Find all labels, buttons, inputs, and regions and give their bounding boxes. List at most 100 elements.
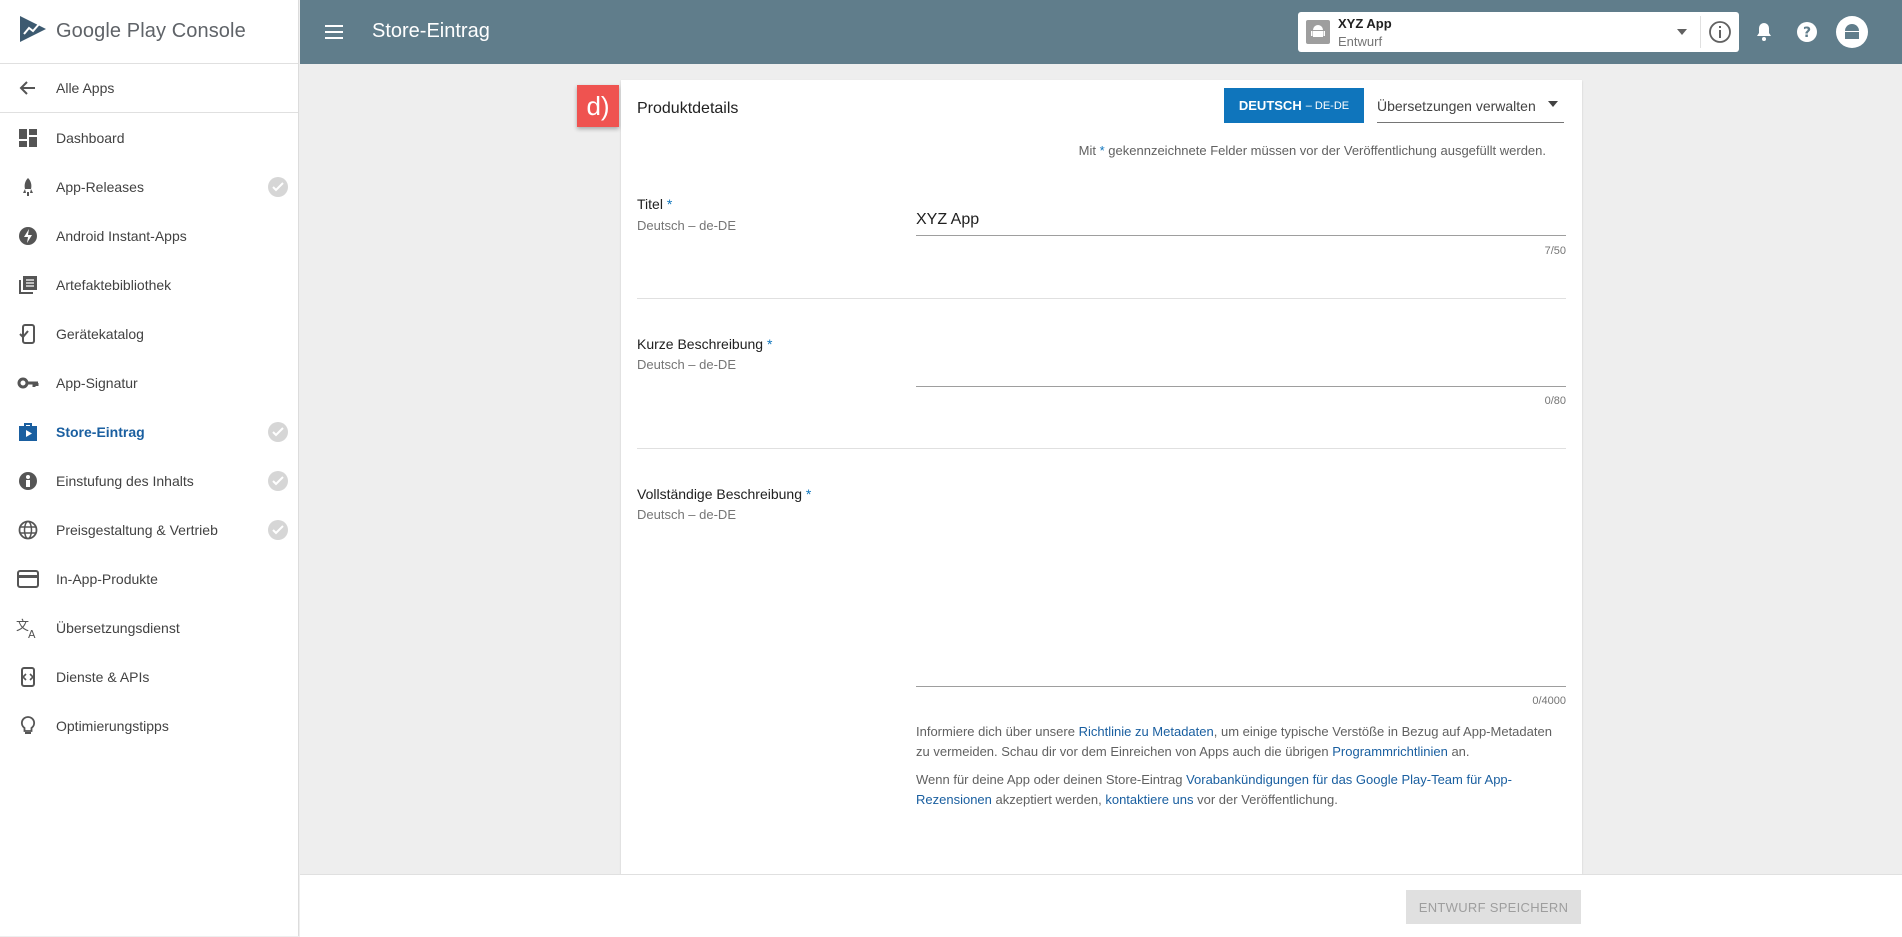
api-icon [14, 663, 42, 691]
short-label-text: Kurze Beschreibung [637, 336, 764, 352]
check-circle-icon [268, 176, 288, 197]
sidebar-item-artifact-library[interactable]: Artefaktebibliothek [0, 260, 298, 309]
contact-us-link[interactable]: kontaktiere uns [1105, 792, 1193, 807]
card-icon [14, 565, 42, 593]
required-star: * [666, 196, 673, 212]
sidebar-item-label: Übersetzungsdienst [56, 619, 180, 636]
full-description-label: Vollständige Beschreibung * [637, 486, 811, 502]
sidebar-item-pricing-distribution[interactable]: Preisgestaltung & Vertrieb [0, 505, 298, 554]
manage-translations-dropdown[interactable]: Übersetzungen verwalten [1377, 88, 1564, 123]
language-button[interactable]: DEUTSCH – DE-DE [1224, 88, 1364, 123]
dashboard-icon [14, 124, 42, 152]
sidebar-item-in-app-products[interactable]: In-App-Produkte [0, 554, 298, 603]
globe-icon [14, 516, 42, 544]
logo-bar[interactable]: Google Play Console [0, 0, 298, 64]
bulb-icon [14, 712, 42, 740]
language-sub: – DE-DE [1305, 99, 1350, 112]
sidebar-item-services-apis[interactable]: Dienste & APIs [0, 652, 298, 701]
required-star: * [805, 486, 812, 502]
divider [637, 448, 1566, 449]
back-label: Alle Apps [56, 80, 115, 96]
title-label-text: Titel [637, 196, 663, 212]
short-description-counter: 0/80 [1544, 395, 1566, 407]
help-icon[interactable]: ? [1795, 20, 1819, 44]
bolt-icon [14, 222, 42, 250]
avatar[interactable] [1836, 16, 1868, 48]
chevron-down-icon[interactable] [1675, 25, 1689, 44]
sidebar-item-translation-service[interactable]: 文A Übersetzungsdienst [0, 603, 298, 652]
back-to-all-apps[interactable]: Alle Apps [0, 64, 298, 113]
info-text: Informiere dich über unsere [916, 724, 1079, 739]
key-icon [14, 369, 42, 397]
title-input[interactable] [916, 204, 1566, 236]
title-field-label: Titel * [637, 196, 672, 212]
app-status: Entwurf [1338, 34, 1383, 49]
sidebar-item-label: Dashboard [56, 129, 125, 146]
bell-icon[interactable] [1752, 20, 1776, 44]
program-policies-link[interactable]: Programmrichtlinien [1332, 744, 1448, 759]
play-console-logo-icon [18, 14, 48, 49]
info-icon[interactable] [1708, 20, 1732, 49]
check-circle-icon [268, 470, 288, 491]
sidebar-item-label: Store-Eintrag [56, 423, 145, 440]
sidebar-item-label: Dienste & APIs [56, 668, 150, 685]
sidebar-item-label: Artefaktebibliothek [56, 276, 172, 293]
save-draft-button[interactable]: ENTWURF SPEICHERN [1406, 890, 1581, 924]
svg-text:A: A [28, 628, 36, 639]
sidebar-item-store-listing[interactable]: Store-Eintrag [0, 407, 298, 456]
info-text: vor der Veröffentlichung. [1193, 792, 1338, 807]
sidebar-item-label: Preisgestaltung & Vertrieb [56, 521, 218, 538]
rocket-icon [14, 173, 42, 201]
chevron-down-icon [1546, 97, 1560, 116]
menu-icon[interactable] [322, 20, 346, 44]
title-field-locale: Deutsch – de-DE [637, 218, 736, 233]
check-circle-icon [268, 519, 288, 540]
language-main: DEUTSCH [1238, 98, 1302, 113]
metadata-policy-link[interactable]: Richtlinie zu Metadaten [1079, 724, 1214, 739]
sidebar-item-app-releases[interactable]: App-Releases [0, 162, 298, 211]
sidebar-item-content-rating[interactable]: Einstufung des Inhalts [0, 456, 298, 505]
pre-announcement-info: Wenn für deine App oder deinen Store-Ein… [916, 770, 1556, 810]
product-details-card: Produktdetails DEUTSCH – DE-DE Übersetzu… [621, 80, 1582, 874]
full-description-textarea[interactable] [916, 480, 1566, 687]
sidebar: Google Play Console Alle Apps Dashboard … [0, 0, 299, 936]
svg-text:?: ? [1803, 25, 1811, 41]
store-icon [14, 418, 42, 446]
app-name: XYZ App [1338, 16, 1392, 31]
sidebar-item-label: App-Releases [56, 178, 144, 195]
device-icon [14, 320, 42, 348]
sidebar-item-optimization-tips[interactable]: Optimierungstipps [0, 701, 298, 750]
check-circle-icon [268, 421, 288, 442]
rating-icon [14, 467, 42, 495]
bottom-action-bar: ENTWURF SPEICHERN [300, 874, 1902, 937]
short-description-input[interactable] [916, 356, 1566, 387]
metadata-policy-info: Informiere dich über unsere Richtlinie z… [916, 722, 1556, 762]
sidebar-item-dashboard[interactable]: Dashboard [0, 113, 298, 162]
card-title: Produktdetails [637, 100, 739, 117]
sidebar-item-app-signing[interactable]: App-Signatur [0, 358, 298, 407]
manage-translations-label: Übersetzungen verwalten [1377, 98, 1536, 114]
short-description-label: Kurze Beschreibung * [637, 336, 772, 352]
sidebar-item-device-catalog[interactable]: Gerätekatalog [0, 309, 298, 358]
info-text: an. [1447, 744, 1470, 759]
info-text: akzeptiert werden, [991, 792, 1106, 807]
required-star: * [766, 336, 773, 352]
full-description-locale: Deutsch – de-DE [637, 507, 736, 522]
sidebar-item-label: Einstufung des Inhalts [56, 472, 194, 489]
short-description-locale: Deutsch – de-DE [637, 357, 736, 372]
title-char-counter: 7/50 [1544, 245, 1566, 257]
hint-pre: Mit [1078, 143, 1096, 158]
library-icon [14, 271, 42, 299]
top-app-bar: Store-Eintrag XYZ App Entwurf ? [300, 0, 1902, 64]
translate-icon: 文A [14, 614, 42, 642]
app-selector[interactable]: XYZ App Entwurf [1298, 12, 1739, 52]
step-badge: d) [577, 85, 619, 127]
required-star: * [1099, 143, 1105, 158]
divider [637, 298, 1566, 299]
hint-post: gekennzeichnete Felder müssen vor der Ve… [1108, 143, 1546, 158]
full-label-text: Vollständige Beschreibung [637, 486, 803, 502]
sidebar-item-instant-apps[interactable]: Android Instant-Apps [0, 211, 298, 260]
sidebar-item-label: Gerätekatalog [56, 325, 144, 342]
required-fields-hint: Mit * gekennzeichnete Felder müssen vor … [1079, 143, 1546, 158]
page-title: Store-Eintrag [372, 20, 490, 42]
